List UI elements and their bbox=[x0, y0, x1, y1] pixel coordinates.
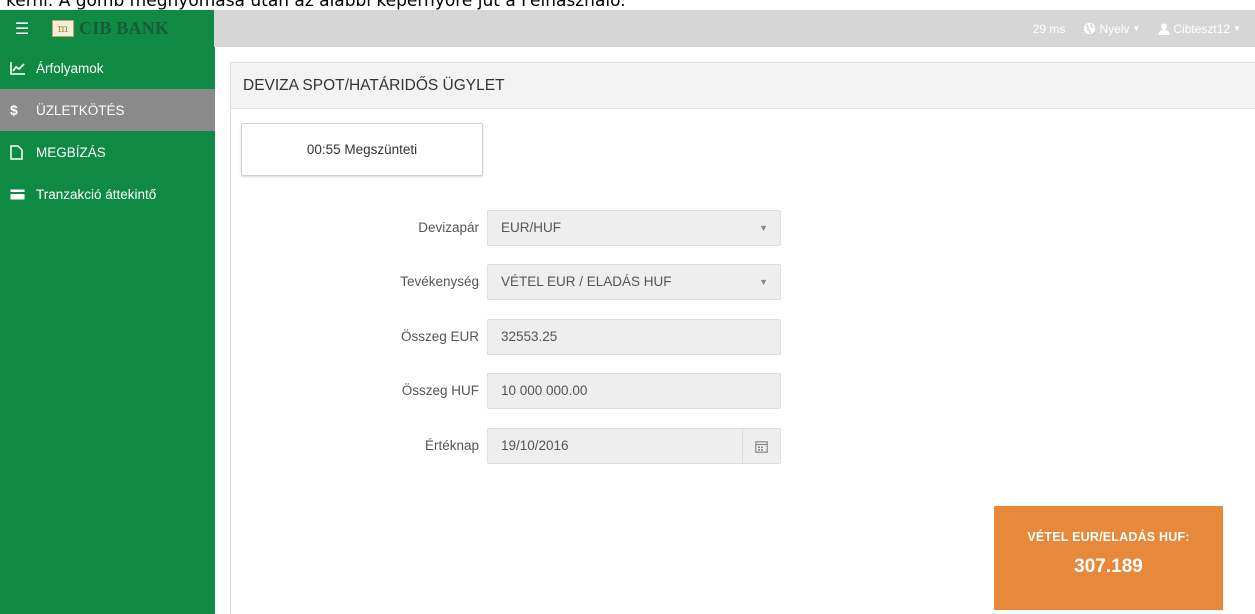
activity-row: Tevékenység VÉTEL EUR / ELADÁS HUF ▼ bbox=[231, 264, 791, 300]
value-date-value: 19/10/2016 bbox=[501, 438, 569, 453]
value-date-label: Értéknap bbox=[424, 438, 479, 453]
rate-label: VÉTEL EUR/ELADÁS HUF: bbox=[1027, 530, 1190, 544]
value-date-input[interactable]: 19/10/2016 bbox=[487, 428, 781, 464]
calendar-icon[interactable] bbox=[742, 429, 780, 463]
sidebar: Árfolyamok $ ÜZLETKÖTÉS MEGBÍZÁS Tranzak… bbox=[0, 47, 215, 614]
amount-huf-row: Összeg HUF 10 000 000.00 bbox=[231, 373, 791, 409]
logo-mark: m bbox=[52, 20, 74, 37]
chart-line-icon bbox=[10, 61, 36, 75]
sidebar-item-uzletkotes[interactable]: $ ÜZLETKÖTÉS bbox=[0, 89, 215, 131]
globe-icon bbox=[1084, 22, 1096, 35]
activity-value: VÉTEL EUR / ELADÁS HUF bbox=[501, 274, 672, 289]
sidebar-item-label: Árfolyamok bbox=[36, 60, 104, 76]
sidebar-item-label: ÜZLETKÖTÉS bbox=[36, 102, 125, 118]
user-label: Cibteszt12 bbox=[1173, 21, 1231, 36]
logo-text: CIB BANK bbox=[79, 18, 170, 38]
language-label: Nyelv bbox=[1099, 21, 1130, 36]
cancel-timer-button[interactable]: 00:55 Megszünteti bbox=[241, 123, 483, 176]
amount-eur-input[interactable]: 32553.25 bbox=[487, 319, 781, 355]
card-icon bbox=[10, 189, 36, 200]
activity-select[interactable]: VÉTEL EUR / ELADÁS HUF ▼ bbox=[487, 264, 781, 300]
page-title: DEVIZA SPOT/HATÁRIDŐS ÜGYLET bbox=[231, 63, 1255, 109]
language-dropdown[interactable]: Nyelv ▼ bbox=[1083, 22, 1140, 36]
currency-pair-label: Devizapár bbox=[418, 220, 479, 235]
value-date-row: Értéknap 19/10/2016 bbox=[231, 428, 791, 464]
sidebar-item-arfolyamok[interactable]: Árfolyamok bbox=[0, 47, 215, 89]
amount-eur-label: Összeg EUR bbox=[400, 329, 479, 344]
hamburger-menu-button[interactable]: ☰ bbox=[0, 10, 44, 47]
latency-indicator: 29 ms bbox=[1032, 21, 1066, 36]
currency-pair-row: Devizapár EUR/HUF ▼ bbox=[231, 210, 791, 246]
currency-pair-value: EUR/HUF bbox=[501, 220, 561, 235]
amount-huf-label: Összeg HUF bbox=[401, 383, 479, 398]
chevron-down-icon: ▼ bbox=[1132, 24, 1141, 33]
rate-button[interactable]: VÉTEL EUR/ELADÁS HUF: 307.189 bbox=[994, 506, 1223, 610]
sidebar-item-tranzakcio[interactable]: Tranzakció áttekintő bbox=[0, 173, 215, 215]
currency-pair-select[interactable]: EUR/HUF ▼ bbox=[487, 210, 781, 246]
top-navbar: ☰ m CIB BANK 29 ms Nyelv ▼ Cibteszt12 ▼ bbox=[0, 10, 1255, 47]
chevron-down-icon: ▼ bbox=[1233, 24, 1241, 33]
user-dropdown[interactable]: Cibteszt12 ▼ bbox=[1158, 22, 1241, 36]
hamburger-icon: ☰ bbox=[14, 20, 30, 38]
document-icon bbox=[10, 144, 36, 160]
sidebar-item-label: MEGBÍZÁS bbox=[36, 144, 106, 160]
chevron-down-icon: ▼ bbox=[759, 223, 768, 233]
sidebar-item-label: Tranzakció áttekintő bbox=[36, 186, 157, 202]
chevron-down-icon: ▼ bbox=[759, 277, 768, 287]
user-icon bbox=[1158, 23, 1170, 35]
activity-label: Tevékenység bbox=[400, 274, 479, 289]
sidebar-item-megbizas[interactable]: MEGBÍZÁS bbox=[0, 131, 215, 173]
amount-huf-input[interactable]: 10 000 000.00 bbox=[487, 373, 781, 409]
main-panel: DEVIZA SPOT/HATÁRIDŐS ÜGYLET 00:55 Megsz… bbox=[230, 62, 1255, 614]
dollar-icon: $ bbox=[10, 102, 18, 118]
rate-value: 307.189 bbox=[1074, 556, 1143, 577]
logo[interactable]: m CIB BANK bbox=[44, 10, 214, 47]
amount-eur-row: Összeg EUR 32553.25 bbox=[231, 319, 791, 355]
